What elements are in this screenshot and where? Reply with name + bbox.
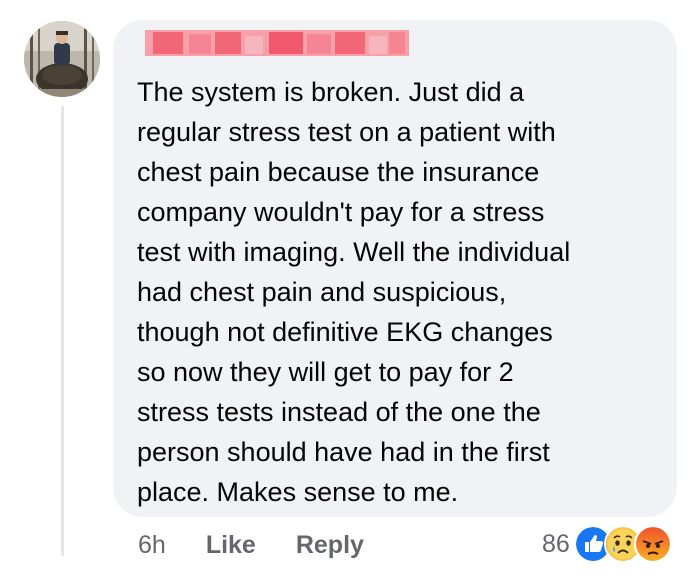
comment-bubble: The system is broken. Just did a regular… <box>113 20 677 517</box>
redacted-author-name[interactable] <box>145 28 409 58</box>
reactions-summary[interactable]: 86 <box>542 524 672 564</box>
comment: The system is broken. Just did a regular… <box>0 0 700 581</box>
thread-line <box>61 106 64 556</box>
reaction-icons <box>573 525 672 563</box>
like-button[interactable]: Like <box>206 531 256 560</box>
angry-icon <box>633 525 672 563</box>
reply-button[interactable]: Reply <box>296 531 364 560</box>
reaction-count: 86 <box>542 529 570 558</box>
timestamp[interactable]: 6h <box>138 531 166 560</box>
avatar-photo <box>24 21 100 97</box>
avatar[interactable] <box>24 21 100 97</box>
comment-text: The system is broken. Just did a regular… <box>137 77 571 507</box>
comment-actions: 6h Like Reply <box>138 528 404 562</box>
